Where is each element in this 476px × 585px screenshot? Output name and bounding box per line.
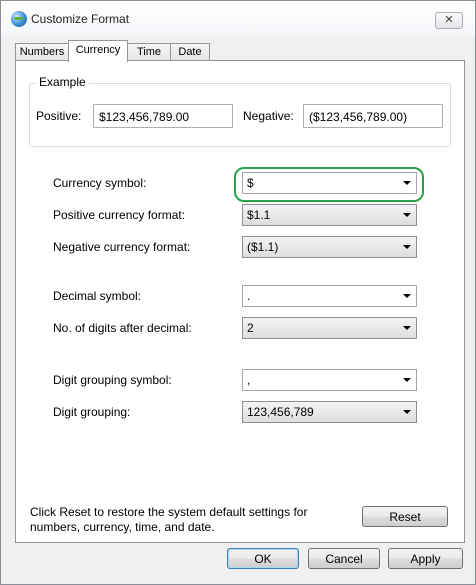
negative-currency-format-combo[interactable]: ($1.1) bbox=[242, 236, 417, 258]
digit-grouping-label: Digit grouping: bbox=[53, 405, 131, 419]
customize-format-dialog: Customize Format ✕ Numbers Currency Time… bbox=[0, 0, 476, 585]
digits-after-decimal-value: 2 bbox=[247, 321, 254, 335]
digit-grouping-symbol-label: Digit grouping symbol: bbox=[53, 373, 172, 387]
ok-button[interactable]: OK bbox=[227, 548, 299, 569]
globe-icon bbox=[11, 11, 27, 27]
digits-after-decimal-combo[interactable]: 2 bbox=[242, 317, 417, 339]
reset-note-line-1: Click Reset to restore the system defaul… bbox=[30, 505, 308, 519]
digit-grouping-symbol-value: , bbox=[247, 373, 251, 387]
apply-button[interactable]: Apply bbox=[388, 548, 463, 569]
reset-note-line-2: numbers, currency, time, and date. bbox=[30, 520, 215, 534]
reset-button[interactable]: Reset bbox=[362, 506, 448, 527]
title-bar: Customize Format ✕ bbox=[1, 1, 475, 37]
chevron-down-icon bbox=[403, 294, 411, 298]
digit-grouping-combo[interactable]: 123,456,789 bbox=[242, 401, 417, 423]
digits-after-decimal-label: No. of digits after decimal: bbox=[53, 321, 192, 335]
decimal-symbol-value: . bbox=[247, 289, 251, 303]
negative-currency-format-label: Negative currency format: bbox=[53, 240, 191, 254]
digit-grouping-symbol-combo[interactable]: , bbox=[242, 369, 417, 391]
positive-currency-format-value: $1.1 bbox=[247, 208, 271, 222]
tab-time[interactable]: Time bbox=[127, 43, 171, 61]
cancel-button[interactable]: Cancel bbox=[308, 548, 380, 569]
chevron-down-icon bbox=[403, 213, 411, 217]
decimal-symbol-combo[interactable]: . bbox=[242, 285, 417, 307]
currency-symbol-label: Currency symbol: bbox=[53, 176, 147, 190]
digit-grouping-value: 123,456,789 bbox=[247, 405, 314, 419]
chevron-down-icon bbox=[403, 326, 411, 330]
example-group-label: Example bbox=[36, 75, 89, 89]
tab-currency[interactable]: Currency bbox=[68, 40, 128, 62]
currency-tab-panel: Example Positive: $123,456,789.00 Negati… bbox=[15, 60, 465, 543]
negative-label: Negative: bbox=[243, 109, 294, 123]
chevron-down-icon bbox=[403, 378, 411, 382]
example-group: Example Positive: $123,456,789.00 Negati… bbox=[29, 75, 451, 147]
positive-currency-format-combo[interactable]: $1.1 bbox=[242, 204, 417, 226]
negative-example-box: ($123,456,789.00) bbox=[303, 104, 443, 128]
decimal-symbol-label: Decimal symbol: bbox=[53, 289, 142, 303]
currency-symbol-highlight bbox=[234, 167, 424, 202]
positive-currency-format-label: Positive currency format: bbox=[53, 208, 186, 222]
window-title: Customize Format bbox=[31, 12, 130, 26]
tab-numbers[interactable]: Numbers bbox=[15, 43, 69, 61]
positive-label: Positive: bbox=[36, 109, 82, 123]
positive-example-box: $123,456,789.00 bbox=[93, 104, 233, 128]
close-button[interactable]: ✕ bbox=[435, 12, 463, 29]
chevron-down-icon bbox=[403, 245, 411, 249]
negative-currency-format-value: ($1.1) bbox=[247, 240, 279, 254]
reset-note: Click Reset to restore the system defaul… bbox=[30, 505, 307, 535]
tab-date[interactable]: Date bbox=[170, 43, 210, 61]
chevron-down-icon bbox=[403, 410, 411, 414]
